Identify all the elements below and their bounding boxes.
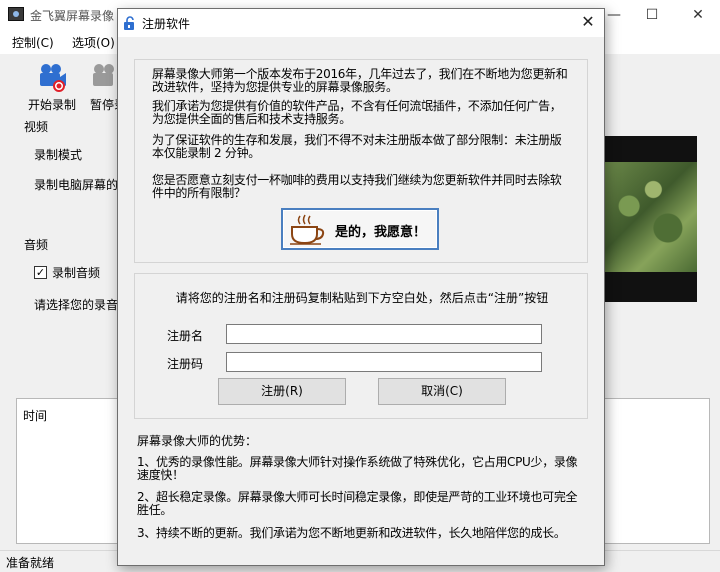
record-audio-checkbox[interactable]: ✓ [34,266,47,279]
name-label: 注册名 [167,329,204,343]
start-record-button[interactable]: 开始录制 [22,58,82,114]
record-screen-label: 录制电脑屏幕的 [34,178,119,192]
dialog-titlebar: 注册软件 ✕ [118,9,604,37]
pay-button[interactable]: 是的，我愿意！ [281,208,439,250]
select-audio-label: 请选择您的录音 [34,298,119,312]
register-dialog: 注册软件 ✕ 屏幕录像大师第一个版本发布于2016年，几年过去了，我们在不断地为… [117,8,605,566]
menu-options[interactable]: 选项(O) [72,34,115,51]
audio-section-label: 音频 [24,238,49,252]
minimize-button[interactable]: — [604,5,624,25]
camera-record-icon [37,62,67,92]
register-instruction: 请将您的注册名和注册码复制粘贴到下方空白处，然后点击“注册”按钮 [175,291,549,305]
coffee-cup-icon [289,214,327,246]
camera-pause-icon [90,62,118,92]
video-section-label: 视频 [24,120,49,134]
record-audio-label: 录制音频 [52,266,101,280]
pause-record-label: 暂停录 [90,98,118,112]
main-window-title: 金飞翼屏幕录像 [30,9,115,23]
pay-button-label: 是的，我愿意！ [335,225,427,240]
info-paragraph: 为了保证软件的生存和发展，我们不得不对未注册版本做了部分限制：未注册版本仅能录制… [152,133,562,160]
register-name-input[interactable] [226,324,542,344]
register-group: 请将您的注册名和注册码复制粘贴到下方空白处，然后点击“注册”按钮 注册名 注册码… [134,273,588,419]
cancel-button[interactable]: 取消(C) [378,378,506,405]
pause-record-button[interactable]: 暂停录 [84,58,118,114]
advantage-item: 3、持续不断的更新。我们承诺为您不断地更新和改进软件，长久地陪伴您的成长。 [137,526,566,540]
advantage-item: 1、优秀的录像性能。屏幕录像大师针对操作系统做了特殊优化，它占用CPU少，录像速… [137,455,578,482]
advantages-title: 屏幕录像大师的优势： [137,434,258,448]
record-mode-label: 录制模式 [34,148,83,162]
preview-image [600,162,697,272]
app-icon [8,7,24,21]
menu-control[interactable]: 控制(C) [12,34,54,51]
info-paragraph: 您是否愿意立刻支付一杯咖啡的费用以支持我们继续为您更新软件并同时去除软件中的所有… [152,173,562,200]
register-code-input[interactable] [226,352,542,372]
dialog-title: 注册软件 [142,17,191,31]
maximize-button[interactable]: ☐ [642,5,662,25]
dialog-close-button[interactable]: ✕ [578,12,598,32]
video-preview [600,136,697,302]
log-time-header: 时间 [23,409,48,423]
main-close-button[interactable]: ✕ [688,5,708,25]
advantage-item: 2、超长稳定录像。屏幕录像大师可长时间稳定录像，即使是严苛的工业环境也可完全胜任… [137,490,578,517]
info-paragraph: 我们承诺为您提供有价值的软件产品，不含有任何流氓插件，不添加任何广告，为您提供全… [152,99,562,126]
code-label: 注册码 [167,357,204,371]
info-paragraph: 屏幕录像大师第一个版本发布于2016年，几年过去了，我们在不断地为您更新和改进软… [152,67,568,94]
unlock-icon [123,16,137,30]
info-group: 屏幕录像大师第一个版本发布于2016年，几年过去了，我们在不断地为您更新和改进软… [134,59,588,263]
register-button[interactable]: 注册(R) [218,378,346,405]
status-text: 准备就绪 [6,556,55,570]
start-record-label: 开始录制 [27,98,76,112]
